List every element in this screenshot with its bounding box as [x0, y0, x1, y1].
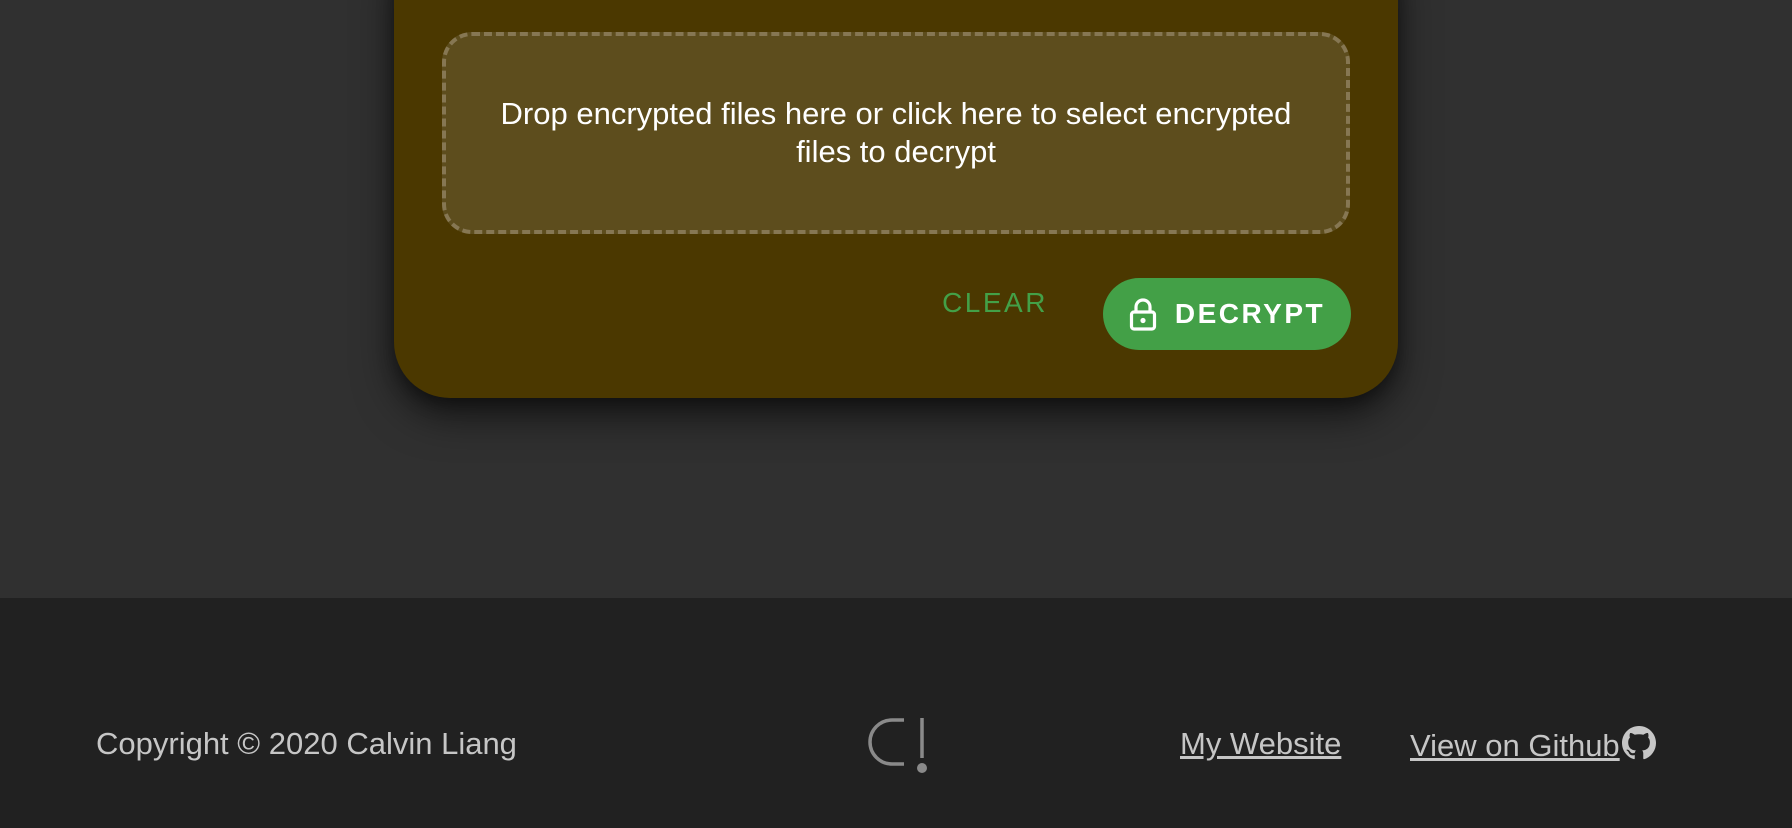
copyright-text: Copyright © 2020 Calvin Liang	[96, 726, 517, 761]
github-link-label: View on Github	[1410, 728, 1620, 763]
decrypt-button[interactable]: DECRYPT	[1103, 278, 1351, 350]
github-icon	[1621, 726, 1656, 760]
clear-button-label: CLEAR	[942, 287, 1048, 318]
my-website-link[interactable]: My Website	[1180, 726, 1341, 762]
decrypt-button-label: DECRYPT	[1174, 298, 1326, 329]
decrypt-card: Drop encrypted files here or click here …	[394, 0, 1398, 398]
lock-icon	[1129, 298, 1156, 331]
dropzone-text: Drop encrypted files here or click here …	[500, 96, 1292, 169]
main-area: Drop encrypted files here or click here …	[0, 0, 1792, 598]
clear-button[interactable]: CLEAR	[938, 278, 1052, 328]
file-dropzone[interactable]: Drop encrypted files here or click here …	[442, 32, 1350, 234]
footer: Copyright © 2020 Calvin Liang My Website…	[0, 598, 1792, 828]
github-link[interactable]: View on Github	[1410, 726, 1656, 764]
app-logo	[868, 718, 927, 773]
